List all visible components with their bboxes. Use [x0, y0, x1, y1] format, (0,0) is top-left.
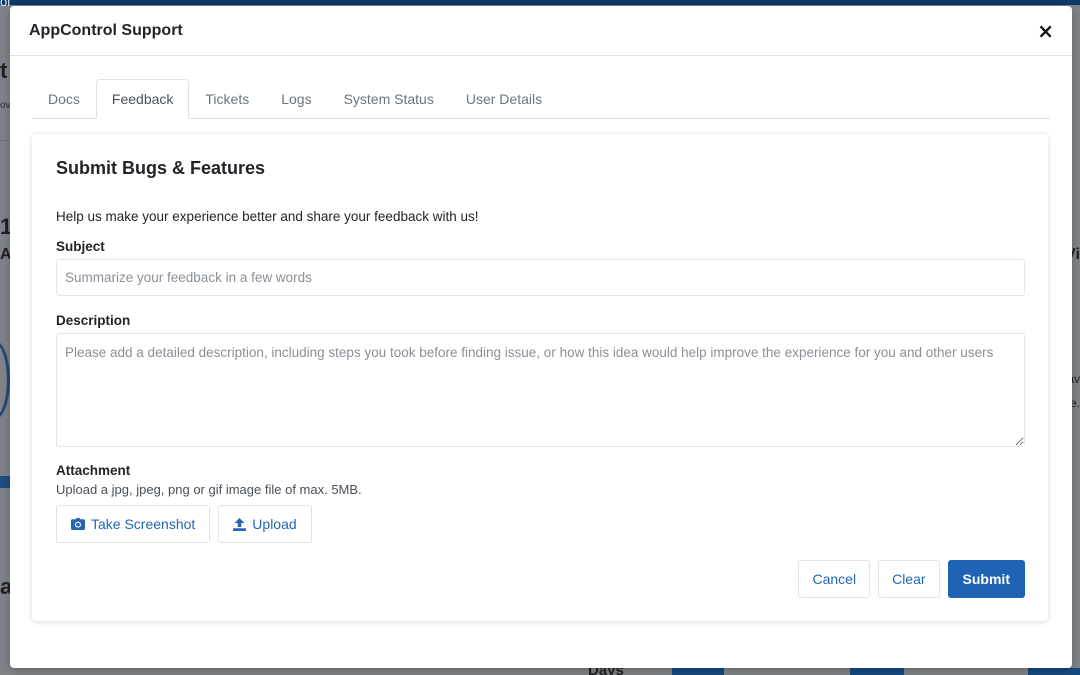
- form-actions: Cancel Clear Submit: [798, 560, 1025, 598]
- attachment-hint: Upload a jpg, jpeg, png or gif image fil…: [56, 482, 362, 497]
- background-topbar-fragment: ol: [0, 0, 11, 9]
- modal-body: Docs Feedback Tickets Logs System Status…: [10, 56, 1072, 621]
- tab-user-details[interactable]: User Details: [450, 79, 558, 119]
- tab-docs[interactable]: Docs: [32, 79, 96, 119]
- attachment-label: Attachment: [56, 463, 131, 478]
- background-bar: [0, 476, 10, 488]
- clear-button[interactable]: Clear: [878, 560, 940, 598]
- description-textarea[interactable]: [56, 333, 1025, 447]
- background-divider: [0, 140, 10, 141]
- tab-tickets[interactable]: Tickets: [189, 79, 265, 119]
- form-title: Submit Bugs & Features: [56, 158, 266, 178]
- cancel-button[interactable]: Cancel: [798, 560, 871, 598]
- background-chart-edge: [0, 340, 10, 420]
- tab-system-status[interactable]: System Status: [328, 79, 450, 119]
- description-label: Description: [56, 313, 131, 328]
- support-modal: AppControl Support × Docs Feedback Ticke…: [10, 6, 1072, 668]
- upload-icon: [233, 517, 247, 531]
- background-top-bar: ol: [0, 0, 1080, 9]
- background-button-edge: [850, 668, 904, 675]
- tab-feedback[interactable]: Feedback: [95, 79, 190, 119]
- tab-logs[interactable]: Logs: [265, 79, 327, 119]
- take-screenshot-label: Take Screenshot: [91, 516, 196, 532]
- background-fragment: t: [0, 58, 8, 83]
- camera-icon: [71, 518, 85, 530]
- close-icon[interactable]: ×: [1037, 21, 1054, 41]
- attachment-actions: Take Screenshot Upload: [56, 505, 1024, 543]
- form-intro: Help us make your experience better and …: [56, 209, 479, 224]
- feedback-card: Submit Bugs & Features Help us make your…: [32, 134, 1048, 621]
- upload-label: Upload: [252, 516, 297, 532]
- modal-title: AppControl Support: [29, 21, 183, 39]
- background-fragment: ov: [0, 100, 11, 111]
- upload-button[interactable]: Upload: [218, 505, 312, 543]
- take-screenshot-button[interactable]: Take Screenshot: [56, 505, 211, 543]
- subject-input[interactable]: [56, 259, 1025, 296]
- background-button-edge: [1028, 668, 1080, 675]
- background-button-edge: [672, 668, 724, 675]
- submit-button[interactable]: Submit: [947, 560, 1025, 598]
- subject-label: Subject: [56, 239, 105, 254]
- tab-bar: Docs Feedback Tickets Logs System Status…: [32, 79, 1050, 119]
- modal-header: AppControl Support ×: [10, 6, 1072, 56]
